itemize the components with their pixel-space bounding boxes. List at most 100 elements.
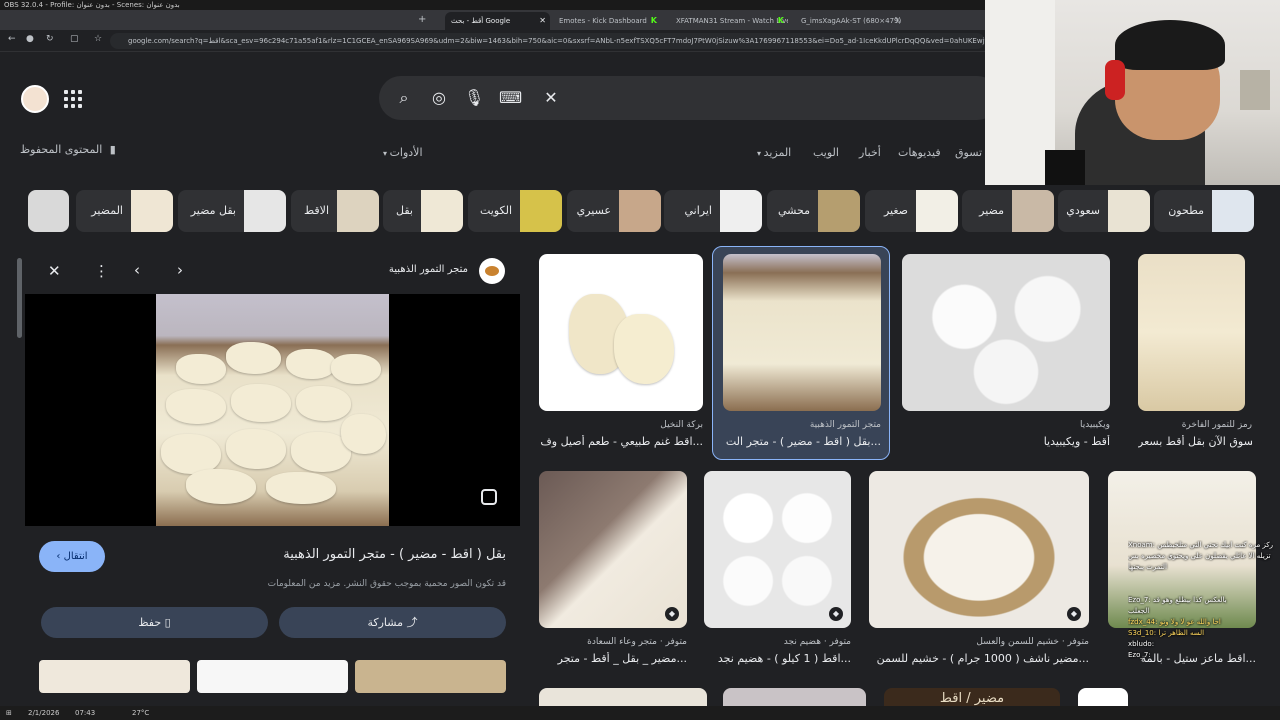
profile-icon[interactable]: ● (26, 34, 34, 44)
chip-irani[interactable]: ايراني (664, 190, 762, 232)
scrollbar[interactable] (17, 258, 22, 338)
tab-stream[interactable]: XFATMAN31 Stream - Watch Live K (670, 12, 788, 30)
chip-thumbnail (916, 190, 958, 232)
new-tab-button[interactable]: + (418, 14, 426, 25)
tab-label: أخبار (859, 146, 881, 159)
chevron-left-icon: ‹ (56, 551, 64, 562)
close-icon[interactable]: ✕ (539, 12, 546, 30)
related-image[interactable] (355, 660, 506, 693)
chip-label: مطحون (1168, 204, 1204, 217)
product-tag-icon: ◆ (829, 607, 843, 621)
chip-sagheer[interactable]: صغير (865, 190, 958, 232)
chip-thumbnail (131, 190, 173, 232)
share-button[interactable]: مشاركة ⤴ (279, 607, 506, 638)
related-image[interactable] (39, 660, 190, 693)
result-image (539, 254, 703, 411)
panel-title[interactable]: بقل ( اقط - مضير ) - متجر التمور الذهبية (130, 547, 506, 562)
next-icon[interactable]: › (177, 261, 183, 279)
result-banner[interactable]: مضير / اقط (884, 688, 1060, 706)
chip-baql-madheer[interactable]: بقل مضير (178, 190, 286, 232)
chip-thumbnail (244, 190, 286, 232)
url-text: google.com/search?q=اقط&sca_esv=96c294c7… (128, 37, 985, 45)
close-icon[interactable]: ✕ (48, 262, 61, 280)
chip-saudi[interactable]: سعودي (1058, 190, 1150, 232)
tab-image[interactable]: G_imsXagAAk-ST (680×479) 𝕏 (795, 12, 905, 30)
related-image[interactable] (197, 660, 348, 693)
chip-thumbnail (421, 190, 463, 232)
chip-asiri[interactable]: عسيري (567, 190, 661, 232)
chip-kuwait[interactable]: الكويت (468, 190, 562, 232)
chip-thumbnail (818, 190, 860, 232)
chip-madheer[interactable]: مضير (962, 190, 1054, 232)
tab-label: Emotes - Kick Dashboard (559, 17, 647, 25)
chat-line: تزيله الا عائلي يقصلون على ويحتوي مخصيره… (1128, 552, 1271, 560)
chat-line: التمرت يبجتها (1128, 563, 1167, 571)
taskbar-temperature: 27°C (132, 709, 150, 717)
avatar[interactable] (21, 85, 49, 113)
taskbar-time: 07:43 (75, 709, 96, 717)
url-field[interactable]: google.com/search?q=اقط&sca_esv=96c294c7… (110, 33, 985, 49)
saved-content-link[interactable]: المحتوى المحفوظ ▮ (20, 143, 116, 156)
site-logo (479, 258, 505, 284)
share-label: مشاركة (367, 616, 403, 629)
chat-line: Xnoam: ركز مره كنت ابيك تحتي التي متلخبط… (1128, 541, 1274, 549)
chat-line: fzdx_44: احا والله عو لا ولا ونو (1128, 618, 1221, 626)
tab-videos[interactable]: فيديوهات (898, 146, 941, 159)
tab-google-search[interactable]: أقط - بحث Google ✕ (445, 12, 550, 30)
result-image[interactable] (539, 688, 707, 706)
tab-more[interactable]: ▾ المزيد (757, 146, 791, 159)
back-icon[interactable]: ← (8, 34, 16, 44)
result-source: متوفر · هضيم نجد (783, 637, 851, 647)
search-icon[interactable]: ⌕ (394, 88, 414, 108)
panel-site-name[interactable]: متجر التمور الذهبية (389, 264, 468, 275)
result-image[interactable] (1078, 688, 1128, 706)
result-source: متجر التمور الذهبية (809, 420, 881, 430)
more-options-icon[interactable]: ⋮ (94, 262, 109, 280)
chat-line: S3d_10: السه الظاهر ترا (1128, 629, 1205, 637)
search-box[interactable]: ⌕ ◎ 🎙 ⌨ ✕ (379, 76, 999, 120)
lens-search-icon[interactable] (481, 489, 497, 505)
tab-web[interactable]: الويب (813, 146, 839, 159)
previous-icon[interactable]: ‹ (134, 261, 140, 279)
visit-button[interactable]: ‹ انتقال (39, 541, 105, 572)
chip-almadheer[interactable]: المضير (76, 190, 173, 232)
kick-icon: K (650, 16, 657, 25)
keyboard-icon[interactable]: ⌨ (499, 88, 522, 108)
tab-kick-emotes[interactable]: Emotes - Kick Dashboard K (553, 12, 661, 30)
chip-thumbnail (1108, 190, 1150, 232)
chip-alaqt[interactable]: الاقط (291, 190, 379, 232)
tab-label: فيديوهات (898, 146, 941, 159)
tab-tools[interactable]: ▾ الأدوات (383, 146, 423, 159)
chip-partial[interactable] (28, 190, 69, 232)
tab-label: الويب (813, 146, 839, 159)
tab-shopping[interactable]: تسوق (955, 146, 982, 159)
save-button[interactable]: حفظ ▯ (41, 607, 268, 638)
chip-mahshi[interactable]: محشي (767, 190, 860, 232)
lens-camera-icon[interactable]: ◎ (429, 88, 449, 108)
headset-icon (1105, 60, 1125, 100)
clear-search-icon[interactable]: ✕ (541, 88, 561, 108)
chip-mathoon[interactable]: مطحون (1154, 190, 1254, 232)
tab-search-icon[interactable]: ▢ (70, 34, 79, 44)
result-image[interactable] (723, 688, 866, 706)
tab-label: المزيد (763, 146, 792, 159)
tab-label: تسوق (955, 146, 983, 159)
result-source: بركة النخيل (660, 420, 703, 430)
webcam-overlay (985, 0, 1280, 185)
bookmark-icon: ▮ (109, 143, 116, 156)
google-apps-icon[interactable] (64, 90, 82, 108)
chat-line: الجعلب (1128, 607, 1150, 615)
reload-icon[interactable]: ↻ (46, 34, 54, 44)
result-title: تسوق الآن بقل أقط بسعر... (1138, 435, 1252, 448)
result-title: بقل ( اقط - مضير ) - متجر الت... (725, 435, 881, 448)
chip-label: مضير (979, 204, 1004, 217)
microphone-icon[interactable]: 🎙 (464, 88, 484, 108)
tab-news[interactable]: أخبار (859, 146, 881, 159)
chat-line: Ezo_7: (1128, 651, 1151, 659)
chip-baql[interactable]: بقل (383, 190, 463, 232)
bookmark-star-icon[interactable]: ☆ (94, 34, 102, 44)
chip-thumbnail (28, 190, 69, 232)
result-image (902, 254, 1110, 411)
windows-start-icon[interactable]: ⊞ (6, 706, 12, 720)
preview-image-container[interactable] (25, 294, 520, 526)
